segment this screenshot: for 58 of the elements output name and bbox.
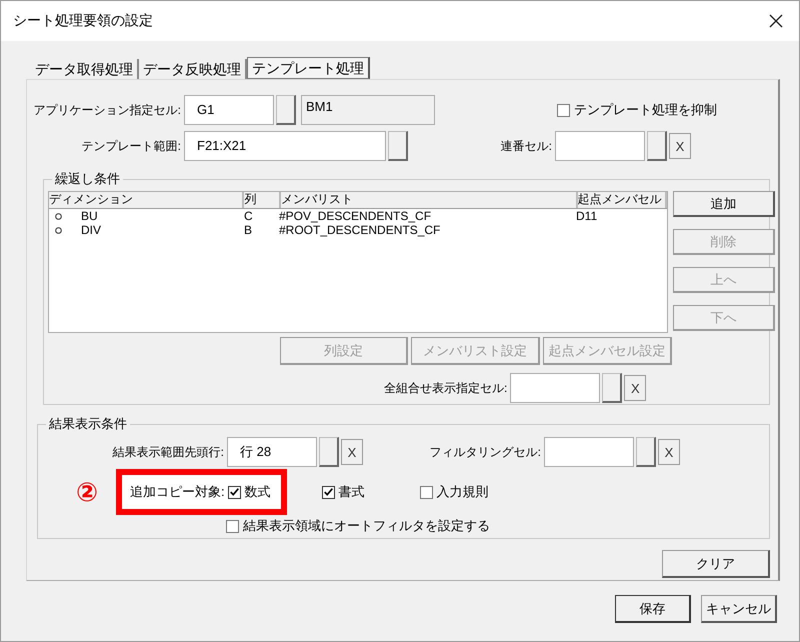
step-marker: ② bbox=[76, 477, 100, 507]
field-label: 追加コピー対象: bbox=[130, 483, 225, 501]
checkbox-label: 書式 bbox=[338, 483, 365, 501]
checkbox[interactable] bbox=[420, 486, 433, 498]
field-label: 全組合せ表示指定セル: bbox=[384, 380, 508, 396]
input-field[interactable] bbox=[510, 373, 600, 403]
checkbox-label: 入力規則 bbox=[436, 483, 489, 501]
dialog-button[interactable]: キャンセル bbox=[701, 595, 777, 623]
table-cell: B bbox=[244, 223, 252, 237]
clear-button[interactable]: X bbox=[669, 133, 691, 159]
dialog-button[interactable]: 保存 bbox=[615, 595, 691, 623]
checkbox[interactable] bbox=[557, 104, 570, 116]
column-header[interactable]: 起点メンバセル bbox=[578, 192, 667, 208]
input-field[interactable]: F21:X21 bbox=[184, 131, 386, 161]
table-cell: C bbox=[244, 209, 253, 223]
tab[interactable]: テンプレート処理 bbox=[247, 57, 370, 79]
checkbox[interactable] bbox=[228, 486, 241, 498]
group-title: 結果表示条件 bbox=[46, 416, 130, 432]
checkbox-label: 数式 bbox=[244, 483, 271, 501]
clear-button[interactable]: X bbox=[624, 375, 646, 401]
table-cell: D11 bbox=[576, 209, 598, 223]
circle-icon bbox=[55, 212, 62, 220]
table-cell: #ROOT_DESCENDENTS_CF bbox=[279, 223, 440, 237]
side-button[interactable]: 追加 bbox=[673, 191, 775, 217]
picker-button[interactable] bbox=[276, 95, 296, 125]
field-label: テンプレート範囲: bbox=[80, 138, 182, 154]
clear-button[interactable]: X bbox=[658, 439, 680, 465]
clear-button[interactable]: クリア bbox=[662, 550, 770, 578]
clear-button[interactable]: X bbox=[341, 439, 363, 465]
picker-button[interactable] bbox=[602, 373, 622, 403]
group-title: 繰返し条件 bbox=[52, 171, 123, 187]
input-field[interactable] bbox=[555, 131, 645, 161]
checkbox-label: 結果表示領域にオートフィルタを設定する bbox=[243, 517, 490, 535]
picker-button[interactable] bbox=[319, 437, 339, 467]
table-cell: #POV_DESCENDENTS_CF bbox=[279, 209, 432, 223]
picker-button[interactable] bbox=[647, 131, 667, 161]
column-header[interactable]: ディメンション bbox=[49, 192, 244, 208]
field-label: 結果表示範囲先頭行: bbox=[112, 444, 225, 460]
column-header[interactable]: 列 bbox=[244, 192, 282, 208]
checkbox[interactable] bbox=[226, 520, 239, 532]
column-header[interactable]: メンバリスト bbox=[281, 192, 578, 208]
table-cell: BU bbox=[81, 209, 98, 223]
field-label: 連番セル: bbox=[500, 138, 553, 154]
table-cell: DIV bbox=[81, 223, 102, 237]
readonly-field: BM1 bbox=[301, 95, 435, 125]
window-title: シート処理要領の設定 bbox=[13, 12, 153, 30]
close-icon[interactable] bbox=[769, 14, 783, 28]
field-label: フィルタリングセル: bbox=[428, 444, 542, 460]
list-view[interactable]: ディメンション 列 メンバリスト 起点メンバセル BU C #POV_DESCENDENTS_CF D11 DIV B #ROOT_DESCENDENTS_CF bbox=[48, 191, 668, 333]
input-field[interactable]: G1 bbox=[184, 95, 274, 125]
field-label: アプリケーション指定セル: bbox=[32, 102, 182, 118]
circle-icon bbox=[55, 226, 62, 234]
picker-button[interactable] bbox=[636, 437, 656, 467]
checkbox[interactable] bbox=[322, 486, 335, 498]
input-field[interactable] bbox=[544, 437, 634, 467]
checkbox-label: テンプレート処理を抑制 bbox=[574, 101, 717, 119]
input-field[interactable]: 行 28 bbox=[227, 437, 317, 467]
picker-button[interactable] bbox=[388, 131, 408, 161]
